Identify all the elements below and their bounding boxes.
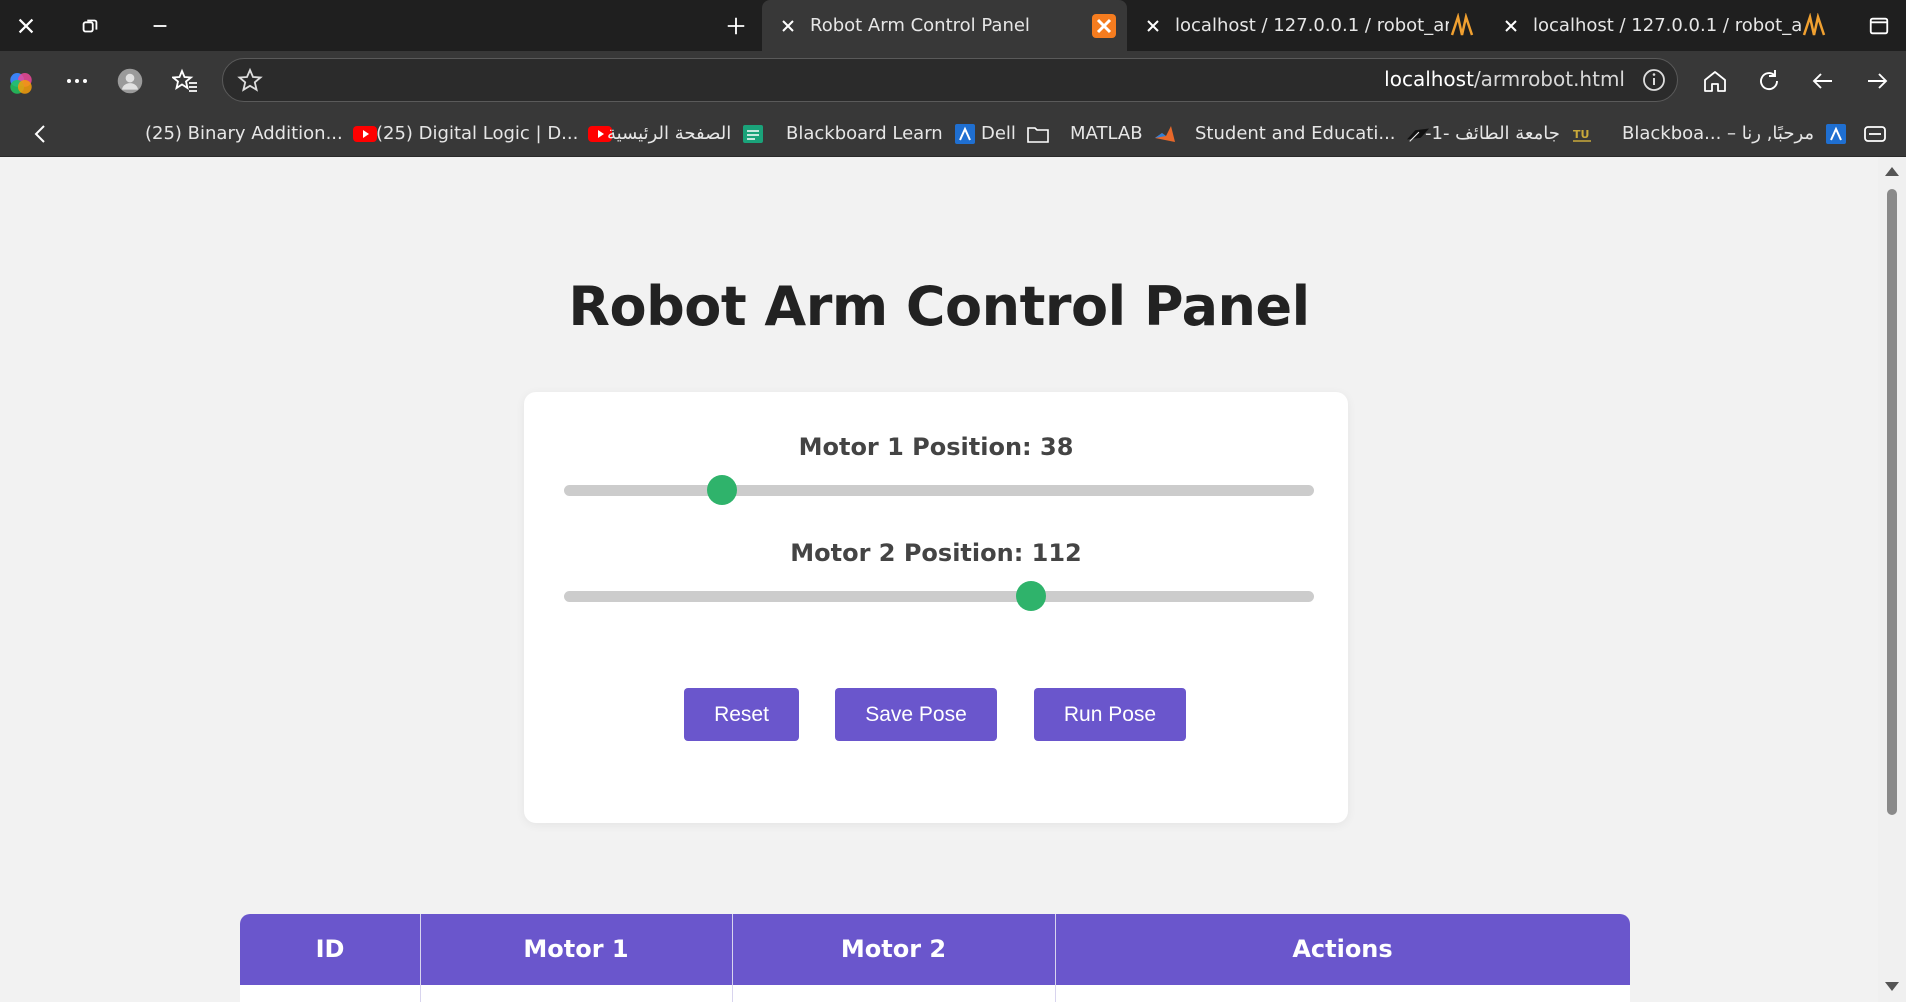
- blackboard-icon: [1824, 123, 1848, 144]
- favorite-label: Blackboard Learn: [786, 123, 943, 144]
- save-pose-button[interactable]: Save Pose: [835, 688, 997, 741]
- favorite-blackboard-welcome[interactable]: Blackboa... – مرحبًا, رنا: [1622, 111, 1848, 156]
- favorites-icon[interactable]: [170, 66, 200, 96]
- phpmyadmin-icon: [1449, 12, 1475, 39]
- site-info-icon[interactable]: [1639, 65, 1669, 95]
- refresh-icon[interactable]: [1754, 66, 1784, 96]
- scrollbar-thumb[interactable]: [1887, 189, 1897, 815]
- site-icon: [741, 124, 765, 144]
- control-panel-card: Motor 1 Position: 38 Motor 2 Position: 1…: [524, 392, 1348, 823]
- browser-toolbar: localhost/armrobot.html: [0, 51, 1906, 111]
- split-screen-icon[interactable]: [1853, 0, 1904, 51]
- motor-2-label: Motor 2 Position: 112: [790, 539, 1082, 567]
- tu-icon: TU: [1570, 124, 1594, 144]
- favorite-label: Blackboa... – مرحبًا, رنا: [1622, 123, 1815, 144]
- copilot-icon[interactable]: [4, 66, 38, 100]
- tab-label: localhost / 127.0.0.1 / robot_arm_: [1175, 15, 1449, 36]
- matlab-icon: [1153, 124, 1177, 144]
- column-divider: [1055, 914, 1056, 1002]
- forward-arrow-icon[interactable]: [1862, 66, 1892, 96]
- favorite-label: Student and Educati...: [1195, 123, 1396, 144]
- minimize-icon[interactable]: [134, 0, 185, 51]
- tab-robot-arm-control-panel[interactable]: Robot Arm Control Panel: [762, 0, 1127, 51]
- more-options-icon[interactable]: [62, 66, 92, 96]
- column-header-actions: Actions: [1292, 935, 1393, 963]
- scroll-down-arrow-icon[interactable]: [1885, 982, 1899, 991]
- page-content: Robot Arm Control Panel Motor 1 Position…: [0, 157, 1878, 1002]
- run-pose-button[interactable]: Run Pose: [1034, 688, 1186, 741]
- motor-2-slider[interactable]: [564, 581, 1314, 611]
- url-path: /armrobot.html: [1473, 67, 1625, 91]
- tab-close-icon[interactable]: [778, 16, 798, 36]
- folder-icon: [1026, 124, 1050, 144]
- column-header-motor-2: Motor 2: [840, 935, 947, 963]
- favorite-label: Dell: [981, 123, 1016, 144]
- tab-label: localhost / 127.0.0.1 / robot_arm_: [1533, 15, 1801, 36]
- favorite-label: (25) Digital Logic | D...: [376, 123, 579, 144]
- xampp-icon: [1091, 13, 1117, 39]
- motor-1-slider[interactable]: [564, 475, 1314, 505]
- favorite-label: الصفحة الرئيسية: [607, 123, 732, 144]
- browser-title-bar: Robot Arm Control Panel localhost / 127.…: [0, 0, 1906, 51]
- column-divider: [420, 914, 421, 1002]
- motor-2-slider-thumb[interactable]: [1015, 581, 1046, 611]
- blackboard-icon: [953, 123, 977, 144]
- url-text[interactable]: localhost/armrobot.html: [1384, 59, 1625, 100]
- address-bar[interactable]: localhost/armrobot.html: [222, 58, 1678, 102]
- favorite-binary-addition[interactable]: (25) Binary Addition...: [145, 111, 377, 156]
- home-icon[interactable]: [1700, 66, 1730, 96]
- url-host: localhost: [1384, 67, 1474, 91]
- table-header: ID Motor 1 Motor 2 Actions: [240, 914, 1630, 985]
- tab-phpmyadmin-2[interactable]: localhost / 127.0.0.1 / robot_arm_: [1485, 0, 1837, 51]
- profile-avatar-icon[interactable]: [112, 63, 148, 99]
- tab-label: Robot Arm Control Panel: [810, 15, 1030, 36]
- scroll-up-arrow-icon[interactable]: [1885, 167, 1899, 176]
- column-header-id: ID: [315, 935, 345, 963]
- tab-phpmyadmin-1[interactable]: localhost / 127.0.0.1 / robot_arm_: [1127, 0, 1485, 51]
- favorite-homepage-arabic[interactable]: الصفحة الرئيسية: [607, 111, 765, 156]
- chevron-left-icon[interactable]: [26, 119, 56, 149]
- page-title: Robot Arm Control Panel: [568, 275, 1310, 338]
- favorite-blackboard-learn[interactable]: Blackboard Learn: [786, 111, 977, 156]
- favorite-taif-university[interactable]: جامعة الطائف -1- TU: [1425, 111, 1594, 156]
- new-tab-button[interactable]: [710, 0, 761, 51]
- tab-close-icon[interactable]: [1143, 16, 1163, 36]
- favorite-label: MATLAB: [1070, 123, 1143, 144]
- column-divider: [732, 914, 733, 1002]
- favorite-digital-logic[interactable]: (25) Digital Logic | D...: [376, 111, 613, 156]
- youtube-icon: [352, 124, 377, 144]
- workspaces-icon[interactable]: [64, 0, 115, 51]
- motor-1-slider-thumb[interactable]: [707, 475, 738, 505]
- favorite-label: جامعة الطائف -1-: [1425, 123, 1560, 144]
- poses-table: ID Motor 1 Motor 2 Actions: [240, 914, 1630, 1002]
- column-header-motor-1: Motor 1: [523, 935, 629, 963]
- favorites-bar: (25) Binary Addition... (25) Digital Log…: [0, 111, 1906, 157]
- phpmyadmin-icon: [1801, 12, 1827, 39]
- favorite-matlab[interactable]: MATLAB: [1070, 111, 1177, 156]
- tab-close-icon[interactable]: [1501, 16, 1521, 36]
- favorite-label: (25) Binary Addition...: [145, 123, 343, 144]
- motor-1-label: Motor 1 Position: 38: [798, 433, 1074, 461]
- add-favorite-star-icon[interactable]: [235, 65, 265, 95]
- favorite-dell[interactable]: Dell: [981, 111, 1050, 156]
- favorites-overflow-icon[interactable]: [1860, 119, 1890, 149]
- close-window-icon[interactable]: [0, 0, 51, 51]
- reset-button[interactable]: Reset: [684, 688, 799, 741]
- favorite-student-education[interactable]: Student and Educati...: [1195, 111, 1430, 156]
- back-arrow-icon[interactable]: [1808, 66, 1838, 96]
- svg-text:TU: TU: [1573, 128, 1589, 141]
- page-scrollbar[interactable]: [1878, 157, 1906, 1002]
